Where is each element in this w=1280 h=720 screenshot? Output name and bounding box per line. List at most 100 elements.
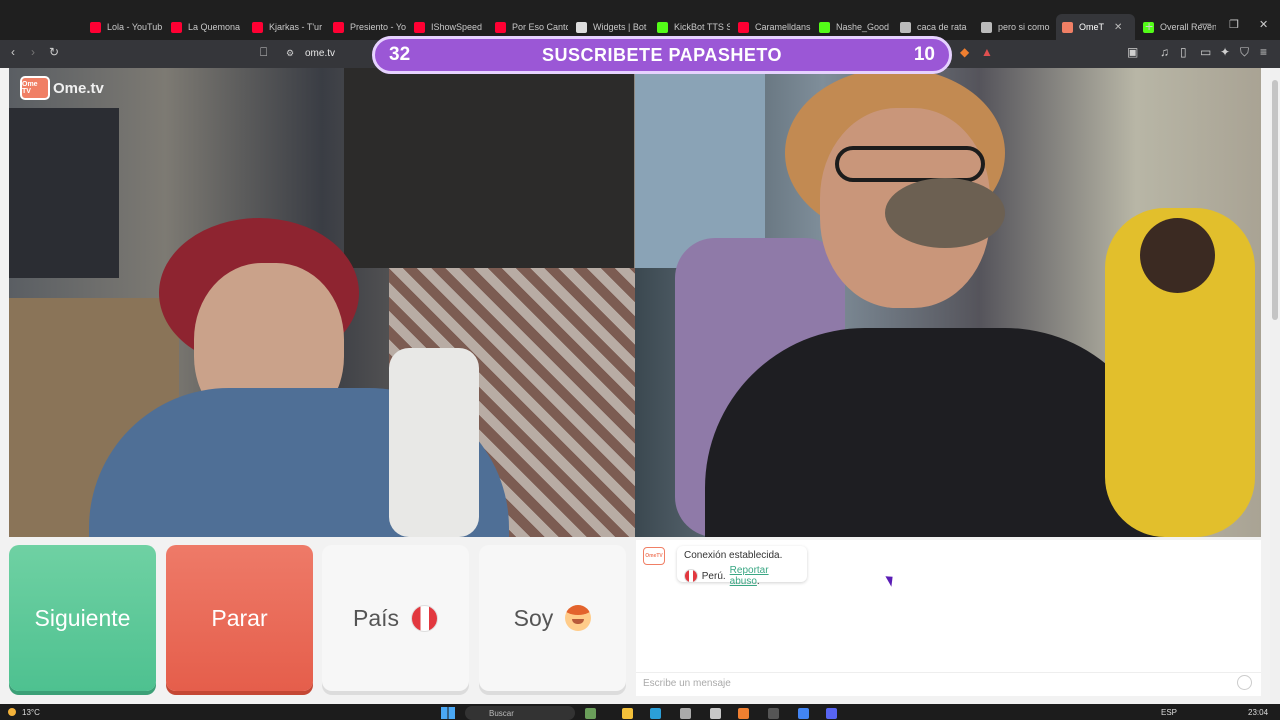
ometv-logo-badge: Ome TV [20, 76, 50, 100]
tab-favicon-icon [90, 21, 101, 33]
taskbar-app-icon[interactable] [768, 708, 779, 719]
partner-country: Perú. [701, 570, 726, 582]
country-button-label: País [352, 604, 400, 631]
tab-title: Widgets | Bot [593, 22, 647, 32]
tab-favicon-icon [333, 21, 344, 33]
windows-start-icon[interactable] [441, 707, 455, 719]
white-chair [389, 348, 479, 537]
tab-favicon-icon [657, 21, 668, 33]
browser-tab[interactable]: La Quemona [165, 14, 244, 40]
ometv-chat-logo-icon: OmeTV [643, 547, 665, 565]
address-bar[interactable]: ome.tv [305, 48, 335, 59]
peru-flag-icon [411, 604, 439, 632]
taskbar-app-icon[interactable] [710, 708, 721, 719]
scrollbar-thumb[interactable] [1272, 80, 1278, 320]
doll-face [1140, 218, 1215, 293]
menu-icon[interactable]: ≡ [1260, 45, 1267, 59]
tab-favicon-icon [819, 21, 830, 33]
wall-poster [9, 108, 119, 278]
close-tab-icon[interactable]: ✕ [1114, 22, 1122, 33]
emoji-icon[interactable] [1237, 675, 1252, 690]
overlay-left-counter: 32 [389, 44, 411, 65]
stop-button[interactable]: Parar [166, 545, 313, 691]
close-window-icon[interactable]: ✕ [1259, 18, 1268, 31]
tab-favicon-icon [1062, 21, 1073, 33]
browser-tab[interactable]: OmeT ✕ [1056, 14, 1135, 40]
brave-icon[interactable] [738, 708, 749, 719]
tab-favicon-icon [495, 21, 506, 33]
forward-icon[interactable]: › [31, 45, 35, 59]
peru-flag-icon [684, 569, 698, 583]
language-indicator[interactable]: ESP [1161, 708, 1177, 717]
browser-tab[interactable]: pero si como [975, 14, 1054, 40]
browser-tab-strip: Lola - YouTub La Quemona Kjarkas - T'ur Pre… [0, 0, 1280, 40]
tab-title: OmeT [1079, 22, 1105, 32]
vpn-icon[interactable]: ⛉ [1240, 45, 1249, 60]
tab-title: La Quemona [188, 22, 241, 32]
browser-tab[interactable]: Kjarkas - T'ur [246, 14, 325, 40]
remote-video [635, 68, 1261, 537]
ometv-logo[interactable]: Ome TV Ome.tv [20, 76, 104, 100]
tab-favicon-icon [171, 21, 182, 33]
tab-title: Por Eso Canto [512, 22, 568, 32]
next-button-label: Siguiente [34, 604, 131, 631]
windows-taskbar: 13°C Buscar ESP 23:04 [0, 704, 1280, 720]
overlay-right-counter: 10 [913, 44, 935, 65]
discord-icon[interactable] [826, 708, 837, 719]
tab-favicon-icon [576, 21, 587, 33]
glasses [835, 146, 985, 182]
tab-title: IShowSpeed [431, 22, 483, 32]
tab-favicon-icon [414, 21, 425, 33]
stream-overlay-banner: 32 SUSCRIBETE PAPASHETO 10 [372, 36, 952, 74]
report-abuse-period: . [756, 576, 760, 587]
browser-tab[interactable]: Lola - YouTub [84, 14, 163, 40]
taskbar-search[interactable]: Buscar [465, 706, 575, 720]
taskbar-app-icon[interactable] [585, 708, 596, 719]
store-icon[interactable] [680, 708, 691, 719]
tab-favicon-icon [252, 21, 263, 33]
tab-favicon-icon [900, 21, 911, 33]
file-explorer-icon[interactable] [622, 708, 633, 719]
country-button[interactable]: País [322, 545, 469, 691]
tab-title: KickBot TTS S [674, 22, 730, 32]
tab-title: Nashe_Good [836, 22, 890, 32]
taskbar-clock[interactable]: 23:04 [1248, 708, 1268, 717]
edge-icon[interactable] [650, 708, 661, 719]
tab-title: caca de rata [917, 22, 967, 32]
boy-emoji-icon [565, 605, 592, 631]
reload-icon[interactable]: ↻ [49, 45, 59, 59]
system-message: Conexión establecida. Perú. Reportar abu… [677, 546, 807, 587]
leo-icon[interactable]: ✦ [1220, 45, 1230, 59]
tab-search-icon[interactable]: ▣ [1127, 45, 1138, 59]
message-input[interactable]: Escribe un mensaje [636, 672, 1261, 694]
chrome-icon[interactable] [798, 708, 809, 719]
maximize-icon[interactable]: ❐ [1229, 18, 1239, 31]
background-wardrobe [344, 68, 634, 268]
wallet-icon[interactable]: ▭ [1200, 45, 1211, 59]
tab-favicon-icon [738, 21, 749, 33]
sidebar-icon[interactable]: ▯ [1180, 45, 1187, 59]
ometv-logo-text: Ome.tv [53, 79, 104, 97]
weather-temperature[interactable]: 13°C [22, 708, 40, 717]
tab-title: Caramelldans [755, 22, 811, 32]
overlay-title: SUSCRIBETE PAPASHETO [541, 44, 783, 65]
bookmark-icon[interactable]: ⎕ [260, 45, 267, 60]
minimize-icon[interactable]: — [1200, 18, 1211, 30]
connection-status-text: Conexión establecida. [684, 550, 783, 561]
local-video [9, 68, 635, 537]
new-tab-button[interactable]: + [1145, 18, 1153, 34]
tab-title: pero si como [998, 22, 1050, 32]
report-abuse-link[interactable]: Reportar abuso [730, 565, 769, 587]
tab-favicon-icon [981, 21, 992, 33]
tab-title: Kjarkas - T'ur [269, 22, 323, 32]
tab-title: Presiento - Yo [350, 22, 406, 32]
site-info-icon[interactable]: ⚙ [286, 48, 294, 59]
rewards-icon[interactable]: ▲ [981, 45, 993, 59]
weather-icon[interactable] [8, 708, 16, 716]
next-button[interactable]: Siguiente [9, 545, 156, 691]
brave-shield-icon[interactable]: ◆ [960, 45, 969, 59]
media-icon[interactable]: ♫ [1160, 45, 1169, 59]
stop-button-label: Parar [211, 604, 268, 631]
back-icon[interactable]: ‹ [11, 45, 15, 59]
gender-button[interactable]: Soy [479, 545, 626, 691]
